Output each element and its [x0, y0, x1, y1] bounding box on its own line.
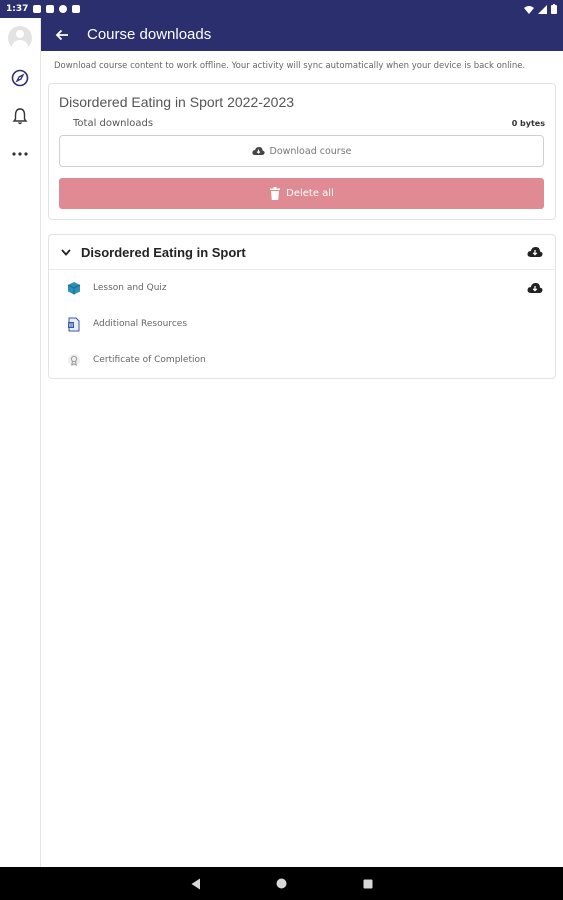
module-label: Additional Resources [93, 319, 188, 329]
module-item-additional-resources[interactable]: W Additional Resources [49, 306, 555, 342]
cloud-download-icon[interactable] [527, 282, 543, 294]
intro-text: Download course content to work offline.… [54, 61, 526, 71]
avatar[interactable] [8, 26, 32, 50]
notification-icon [33, 5, 42, 13]
side-rail [0, 18, 41, 867]
signal-icon [538, 4, 547, 14]
total-downloads-value: 0 bytes [511, 119, 545, 128]
total-downloads-label: Total downloads [73, 118, 154, 129]
app-notification-icon [59, 5, 68, 13]
module-item-lesson-quiz[interactable]: Lesson and Quiz [49, 270, 555, 306]
total-downloads-row: Total downloads 0 bytes [59, 118, 545, 129]
delete-all-label: Delete all [286, 188, 334, 199]
section-card: Disordered Eating in Sport Lesson and Qu… [48, 234, 556, 379]
compass-icon[interactable] [10, 68, 30, 88]
status-time: 1:37 [6, 4, 29, 14]
trash-icon [270, 187, 281, 200]
cloud-download-icon[interactable] [527, 246, 543, 258]
section-title: Disordered Eating in Sport [81, 244, 246, 260]
status-bar: 1:37 [0, 0, 563, 18]
page-title: Course downloads [87, 26, 212, 43]
system-nav-bar [0, 867, 563, 900]
home-icon[interactable] [275, 877, 289, 891]
main-content: Download course content to work offline.… [41, 51, 563, 867]
more-icon[interactable] [10, 144, 30, 164]
document-icon: W [65, 315, 83, 333]
module-label: Certificate of Completion [93, 355, 206, 365]
package-icon [65, 279, 83, 297]
notification-icon [46, 5, 55, 13]
bell-icon[interactable] [10, 106, 30, 126]
wifi-icon [524, 5, 534, 14]
sd-card-icon [72, 5, 81, 13]
section-header[interactable]: Disordered Eating in Sport [49, 235, 555, 270]
module-label: Lesson and Quiz [93, 283, 167, 293]
course-title: Disordered Eating in Sport 2022-2023 [59, 94, 295, 110]
app-bar: Course downloads [41, 18, 563, 51]
download-course-label: Download course [269, 145, 352, 157]
battery-icon [551, 4, 557, 14]
cloud-download-icon [251, 147, 265, 155]
module-item-certificate[interactable]: Certificate of Completion [49, 342, 555, 378]
svg-text:W: W [69, 323, 74, 329]
course-card: Disordered Eating in Sport 2022-2023 Tot… [48, 83, 556, 220]
certificate-icon [65, 351, 83, 369]
chevron-down-icon[interactable] [61, 248, 71, 256]
download-course-button[interactable]: Download course [59, 135, 544, 167]
recents-icon[interactable] [361, 877, 375, 891]
back-icon[interactable] [189, 877, 203, 891]
delete-all-button[interactable]: Delete all [59, 178, 544, 209]
back-arrow-icon[interactable] [53, 26, 71, 44]
